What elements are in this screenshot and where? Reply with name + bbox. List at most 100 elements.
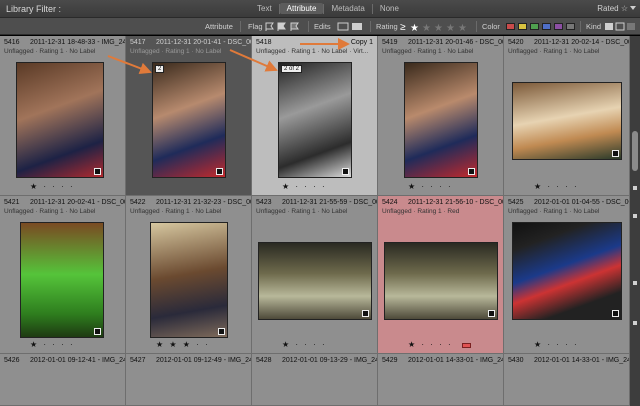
- develop-settings-badge-icon[interactable]: [488, 310, 495, 317]
- develop-settings-badge-icon[interactable]: [94, 168, 101, 175]
- tab-text[interactable]: Text: [250, 3, 279, 14]
- develop-settings-badge-icon[interactable]: [612, 310, 619, 317]
- cell-metadata: Unflagged · Rating 1 · No Label: [256, 208, 348, 215]
- photo-thumbnail[interactable]: [20, 222, 104, 338]
- photo-thumbnail[interactable]: [150, 222, 228, 338]
- thumbnail-cell[interactable]: 5425 2012-01-01 01-04-55 - DSC_0054 Unflag…: [504, 196, 630, 354]
- star-rating[interactable]: ★ · · · ·: [534, 182, 579, 191]
- star-rating[interactable]: ★ · · · ·: [408, 182, 453, 191]
- thumbnail-cell[interactable]: 5424 2011-12-31 21-56-10 - DSC_0030 Unflag…: [378, 196, 504, 354]
- thumbnail-cell[interactable]: 5423 2011-12-31 21-55-59 - DSC_0025 Unflag…: [252, 196, 378, 354]
- thumbnail-cell[interactable]: 5418 Copy 1 Unflagged · Rating 1 · No Labe…: [252, 36, 378, 196]
- cell-index: 5416: [4, 39, 20, 46]
- color-swatch-blue[interactable]: [542, 23, 551, 30]
- thumbnail-cell[interactable]: 5428 2012-01-01 09-13-29 - IMG_2487: [252, 354, 378, 406]
- photo-thumbnail[interactable]: [16, 62, 104, 178]
- cell-footer: ★ ★ ★ · ·: [126, 339, 251, 353]
- chevron-down-icon[interactable]: [630, 6, 636, 10]
- photo-thumbnail[interactable]: 2: [152, 62, 226, 178]
- star-rating[interactable]: ★ · · · ·: [30, 182, 75, 191]
- color-swatch-red[interactable]: [506, 23, 515, 30]
- cell-filename: 2011-12-31 21-55-59 - DSC_0025: [282, 199, 378, 206]
- cell-index: 5420: [508, 39, 524, 46]
- star-rating[interactable]: ★ · · · ·: [282, 182, 327, 191]
- thumbnail-cell[interactable]: 5420 2011-12-31 20-02-14 - DSC_0017 Unflag…: [504, 36, 630, 196]
- stack-count-badge[interactable]: 2: [155, 65, 165, 73]
- star-rating[interactable]: ★ · · · ·: [534, 340, 579, 349]
- cell-index: 5423: [256, 199, 272, 206]
- cell-index: 5426: [4, 357, 20, 364]
- cell-footer: ★ · · · ·: [252, 181, 377, 195]
- cell-metadata: Unflagged · Rating 1 · No Label · Virt..…: [256, 48, 369, 55]
- star-rating[interactable]: ★ · · · ·: [30, 340, 75, 349]
- develop-settings-badge-icon[interactable]: [342, 168, 349, 175]
- cell-footer: ★ · · · ·: [504, 339, 629, 353]
- photo-thumbnail[interactable]: 2 of 2: [278, 62, 352, 178]
- photo-thumbnail[interactable]: [384, 242, 498, 320]
- thumbnail-cell[interactable]: 5430 2012-01-01 14-33-01 - IMG_2489: [504, 354, 630, 406]
- filter-preset-select[interactable]: Rated ☆: [597, 4, 628, 13]
- thumbnail-cell[interactable]: 5417 2011-12-31 20-01-41 - DSC_0012 Unflag…: [126, 36, 252, 196]
- develop-settings-badge-icon[interactable]: [216, 168, 223, 175]
- svg-text:★: ★: [410, 23, 419, 32]
- stack-count-badge[interactable]: 2 of 2: [281, 65, 303, 73]
- thumbnail-cell[interactable]: 5427 2012-01-01 09-12-49 - IMG_2481: [126, 354, 252, 406]
- edits-filter-icon[interactable]: [336, 21, 366, 32]
- star-rating[interactable]: ★ · · · ·: [408, 340, 453, 349]
- tab-attribute[interactable]: Attribute: [279, 3, 324, 14]
- attribute-label: Attribute: [205, 22, 233, 31]
- color-swatch-yellow[interactable]: [518, 23, 527, 30]
- develop-settings-badge-icon[interactable]: [94, 328, 101, 335]
- rating-filter-stars[interactable]: ≥ ★ ★ ★ ★ ★: [400, 21, 472, 32]
- thumbnail-cell[interactable]: 5429 2012-01-01 14-33-01 - IMG_2485: [378, 354, 504, 406]
- develop-settings-badge-icon[interactable]: [218, 328, 225, 335]
- cell-footer: ★ · · · ·: [252, 339, 377, 353]
- photo-thumbnail[interactable]: [258, 242, 372, 320]
- cell-filename: 2011-12-31 20-01-46 - DSC_0013: [408, 39, 504, 46]
- cell-footer: ★ · · · ·: [504, 181, 629, 195]
- cell-filename: 2012-01-01 09-13-29 - IMG_2487: [282, 357, 378, 364]
- cell-footer: ★ · · · ·: [378, 181, 503, 195]
- cell-metadata: Unflagged · Rating 1 · Red: [382, 208, 460, 215]
- thumbnail-cell[interactable]: 5421 2011-12-31 20-02-41 - DSC_0020 Unflag…: [0, 196, 126, 354]
- develop-settings-badge-icon[interactable]: [468, 168, 475, 175]
- thumbnail-cell[interactable]: 5419 2011-12-31 20-01-46 - DSC_0013 Unflag…: [378, 36, 504, 196]
- svg-text:★: ★: [434, 23, 443, 32]
- cell-index: 5430: [508, 357, 524, 364]
- svg-text:★: ★: [458, 23, 467, 32]
- cell-footer: ★ · · · ·: [378, 339, 503, 353]
- flag-filter-icons[interactable]: [264, 21, 304, 32]
- develop-settings-badge-icon[interactable]: [612, 150, 619, 157]
- scrollbar-thumb[interactable]: [632, 131, 638, 171]
- photo-thumbnail[interactable]: [404, 62, 478, 178]
- color-label-red-icon[interactable]: [462, 343, 471, 348]
- kind-filter-icons[interactable]: [604, 21, 638, 32]
- color-swatch-green[interactable]: [530, 23, 539, 30]
- library-filter-title: Library Filter :: [6, 4, 62, 14]
- cell-filename: 2012-01-01 09-12-49 - IMG_2481: [156, 357, 252, 364]
- cell-footer: [126, 181, 251, 195]
- tab-metadata[interactable]: Metadata: [324, 3, 371, 14]
- cell-metadata: Unflagged · Rating 1 · No Label: [130, 208, 222, 215]
- thumbnail-cell[interactable]: 5422 2011-12-31 21-32-23 - DSC_0022 Unflag…: [126, 196, 252, 354]
- develop-settings-badge-icon[interactable]: [362, 310, 369, 317]
- color-swatch-purple[interactable]: [554, 23, 563, 30]
- tab-none[interactable]: None: [373, 3, 406, 14]
- cell-footer: ★ · · · ·: [0, 339, 125, 353]
- star-rating[interactable]: ★ ★ ★ · ·: [156, 340, 210, 349]
- thumbnail-cell[interactable]: 5426 2012-01-01 09-12-41 - IMG_2480: [0, 354, 126, 406]
- svg-text:★: ★: [422, 23, 431, 32]
- photo-thumbnail[interactable]: [512, 222, 622, 320]
- color-swatch-none[interactable]: [566, 23, 575, 30]
- cell-filename: 2012-01-01 09-12-41 - IMG_2480: [30, 357, 126, 364]
- color-label: Color: [482, 22, 500, 31]
- star-rating[interactable]: ★ · · · ·: [282, 340, 327, 349]
- cell-metadata: Unflagged · Rating 1 · No Label: [508, 208, 600, 215]
- grid-scrollbar[interactable]: [630, 36, 640, 406]
- photo-thumbnail[interactable]: [512, 82, 622, 160]
- cell-filename: 2011-12-31 20-01-41 - DSC_0012: [156, 39, 252, 46]
- cell-filename: 2012-01-01 01-04-55 - DSC_0054: [534, 199, 630, 206]
- thumbnail-cell[interactable]: 5416 2011-12-31 18-48-33 - IMG_2474 Unflag…: [0, 36, 126, 196]
- cell-index: 5421: [4, 199, 20, 206]
- cell-metadata: Unflagged · Rating 1 · No Label: [4, 208, 96, 215]
